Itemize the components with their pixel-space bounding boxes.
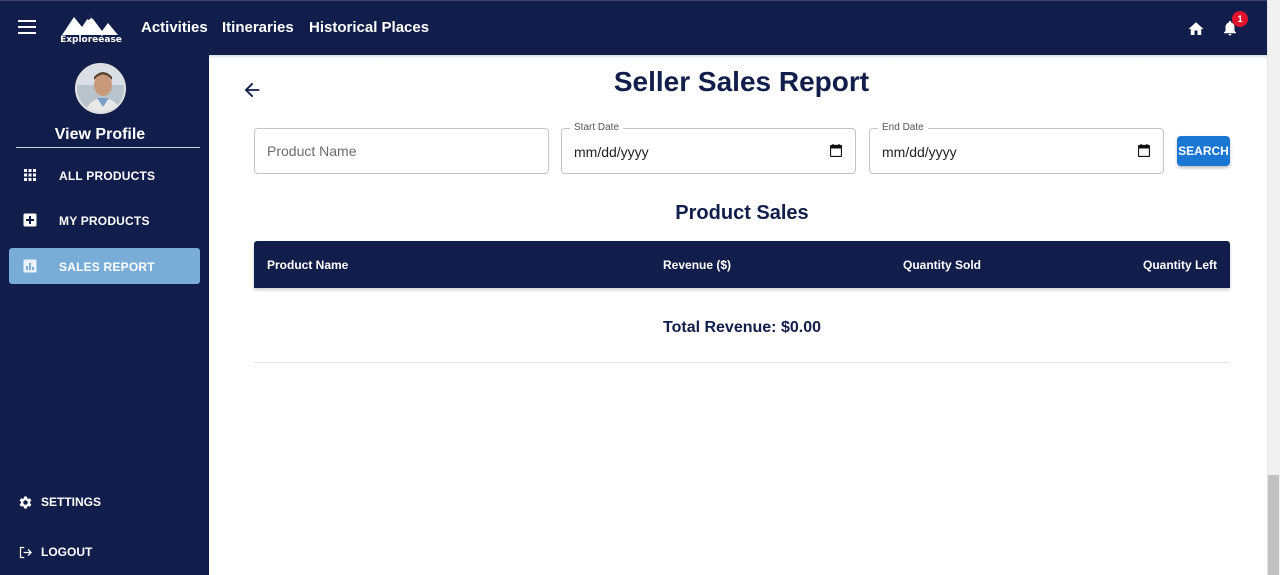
sidebar-item-label: MY PRODUCTS — [59, 214, 150, 228]
product-name-input[interactable] — [255, 129, 548, 173]
column-header-quantity-sold[interactable]: Quantity Sold — [903, 258, 981, 272]
sidebar: View Profile ALL PRODUCTS MY PRODUCTS SA… — [0, 55, 209, 575]
menu-icon[interactable] — [18, 20, 36, 34]
nav-activities[interactable]: Activities — [141, 19, 208, 36]
sidebar-item-label: ALL PRODUCTS — [59, 169, 156, 183]
section-title: Product Sales — [675, 202, 809, 224]
logout-icon — [19, 546, 33, 559]
sidebar-item-sales-report[interactable]: SALES REPORT — [9, 248, 200, 284]
end-date-value[interactable]: mm/dd/yyyy — [882, 144, 957, 160]
start-date-label: Start Date — [570, 122, 624, 133]
page-title: Seller Sales Report — [613, 66, 870, 97]
header-shadow — [209, 55, 1267, 59]
avatar-photo-icon — [77, 65, 124, 112]
bar-chart-icon — [23, 259, 37, 273]
view-profile-link[interactable]: View Profile — [0, 126, 200, 144]
divider — [16, 147, 200, 148]
gear-icon — [19, 496, 32, 509]
app-bar: Exploreéase Activities Itineraries Histo… — [0, 0, 1267, 55]
sidebar-item-label: SALES REPORT — [59, 260, 155, 274]
logo-text: Exploreéase — [60, 35, 122, 45]
notification-badge: 1 — [1232, 11, 1248, 27]
sidebar-item-label: SETTINGS — [41, 495, 102, 509]
total-revenue: Total Revenue: $0.00 — [663, 319, 821, 336]
search-button[interactable]: SEARCH — [1177, 136, 1230, 166]
end-date-field[interactable]: End Date mm/dd/yyyy — [869, 122, 1164, 174]
end-date-label: End Date — [878, 122, 928, 133]
product-name-field[interactable] — [254, 128, 549, 174]
home-icon[interactable] — [1187, 20, 1205, 38]
scrollbar-thumb[interactable] — [1268, 475, 1279, 575]
start-date-value[interactable]: mm/dd/yyyy — [574, 144, 649, 160]
grid-icon — [24, 169, 36, 181]
nav-historical-places[interactable]: Historical Places — [309, 19, 429, 36]
avatar[interactable] — [75, 63, 126, 114]
column-header-product-name[interactable]: Product Name — [267, 258, 348, 272]
add-box-icon — [23, 213, 37, 227]
logo[interactable]: Exploreéase — [60, 13, 122, 47]
column-header-quantity-left[interactable]: Quantity Left — [1143, 258, 1217, 272]
divider — [254, 362, 1230, 363]
start-date-field[interactable]: Start Date mm/dd/yyyy — [561, 122, 856, 174]
calendar-icon[interactable] — [1138, 144, 1150, 157]
table-header: Product Name Revenue ($) Quantity Sold Q… — [254, 241, 1230, 288]
column-header-revenue[interactable]: Revenue ($) — [663, 258, 731, 272]
sidebar-item-label: LOGOUT — [41, 545, 93, 559]
sidebar-item-my-products[interactable]: MY PRODUCTS — [9, 202, 200, 238]
nav-itineraries[interactable]: Itineraries — [222, 19, 294, 36]
calendar-icon[interactable] — [830, 144, 842, 157]
mountain-logo-icon — [62, 15, 118, 35]
sidebar-item-all-products[interactable]: ALL PRODUCTS — [9, 157, 200, 193]
